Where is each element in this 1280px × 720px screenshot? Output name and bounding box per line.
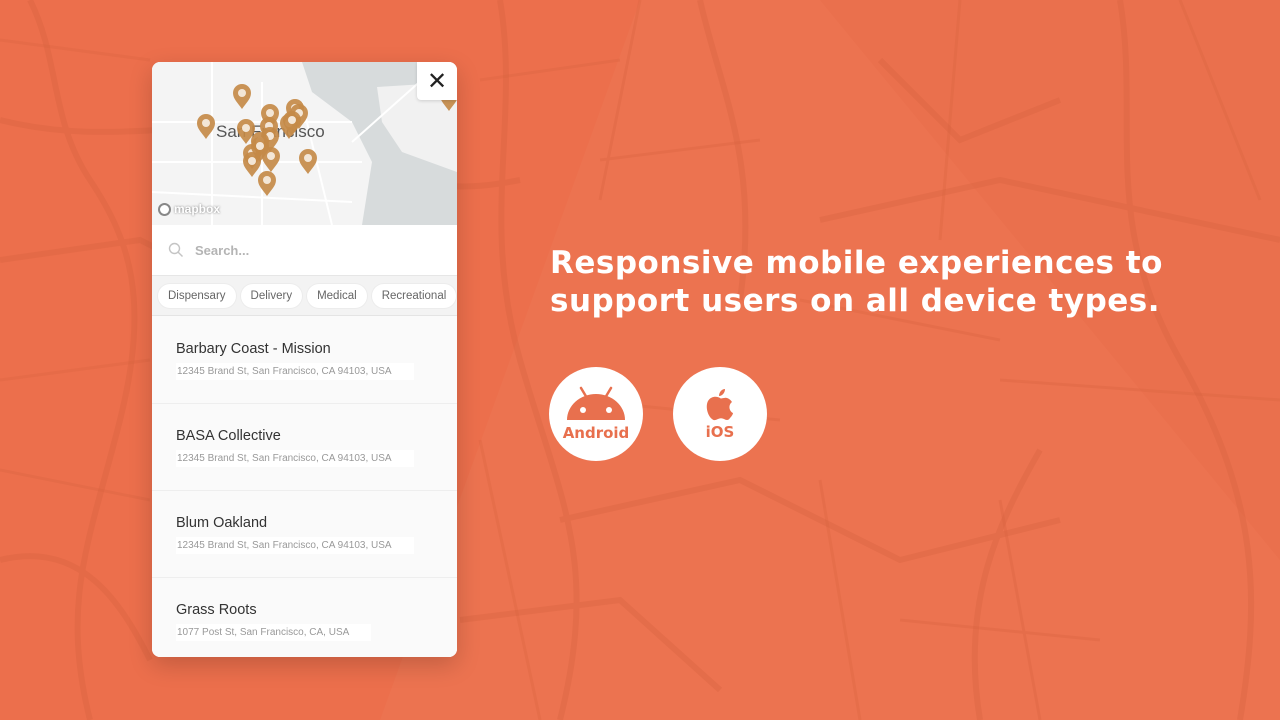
list-item[interactable]: Grass Roots 1077 Post St, San Francisco,… bbox=[152, 578, 457, 657]
search-icon bbox=[168, 242, 183, 257]
map-pins-layer bbox=[197, 84, 457, 196]
headline-line-2: support users on all device types. bbox=[550, 283, 1161, 319]
location-name: BASA Collective bbox=[176, 428, 281, 444]
filter-chip-delivery[interactable]: Delivery bbox=[240, 283, 303, 308]
headline: Responsive mobile experiences to support… bbox=[550, 244, 1163, 320]
android-icon bbox=[567, 386, 625, 420]
search-input[interactable] bbox=[193, 241, 437, 259]
ios-label: iOS bbox=[705, 423, 735, 441]
map-pin-icon[interactable] bbox=[197, 114, 215, 139]
location-address: 12345 Brand St, San Francisco, CA 94103,… bbox=[176, 363, 414, 380]
location-address: 12345 Brand St, San Francisco, CA 94103,… bbox=[176, 537, 414, 554]
mapbox-attribution[interactable]: mapbox bbox=[158, 202, 220, 216]
location-list: Barbary Coast - Mission 12345 Brand St, … bbox=[152, 317, 457, 657]
mapbox-logo-text: mapbox bbox=[174, 202, 221, 216]
list-item[interactable]: BASA Collective 12345 Brand St, San Fran… bbox=[152, 404, 457, 491]
android-label: Android bbox=[562, 424, 630, 442]
list-item[interactable]: Blum Oakland 12345 Brand St, San Francis… bbox=[152, 491, 457, 578]
list-item[interactable]: Barbary Coast - Mission 12345 Brand St, … bbox=[152, 317, 457, 404]
map-pin-icon[interactable] bbox=[258, 171, 276, 196]
mobile-store-locator: San Francisco mapbox ✕ Dispensary Delive… bbox=[152, 62, 457, 657]
apple-icon bbox=[706, 389, 733, 421]
map-pin-icon[interactable] bbox=[233, 84, 251, 109]
filter-chips: Dispensary Delivery Medical Recreational bbox=[152, 276, 457, 316]
close-icon: ✕ bbox=[426, 67, 448, 95]
filter-chip-recreational[interactable]: Recreational bbox=[371, 283, 457, 308]
android-badge[interactable]: Android bbox=[549, 367, 643, 461]
search-bar bbox=[152, 225, 457, 276]
ios-badge[interactable]: iOS bbox=[673, 367, 767, 461]
headline-line-1: Responsive mobile experiences to bbox=[550, 245, 1163, 281]
location-address: 1077 Post St, San Francisco, CA, USA bbox=[176, 624, 372, 641]
mapbox-logo-icon bbox=[158, 202, 171, 216]
filter-chip-medical[interactable]: Medical bbox=[307, 283, 367, 308]
close-button[interactable]: ✕ bbox=[417, 62, 457, 100]
location-name: Grass Roots bbox=[176, 602, 257, 618]
location-address: 12345 Brand St, San Francisco, CA 94103,… bbox=[176, 450, 414, 467]
map-pin-icon[interactable] bbox=[299, 149, 317, 174]
map-view[interactable]: San Francisco mapbox ✕ bbox=[152, 62, 457, 225]
location-name: Barbary Coast - Mission bbox=[176, 341, 331, 357]
filter-chip-dispensary[interactable]: Dispensary bbox=[158, 283, 236, 308]
location-name: Blum Oakland bbox=[176, 515, 268, 531]
